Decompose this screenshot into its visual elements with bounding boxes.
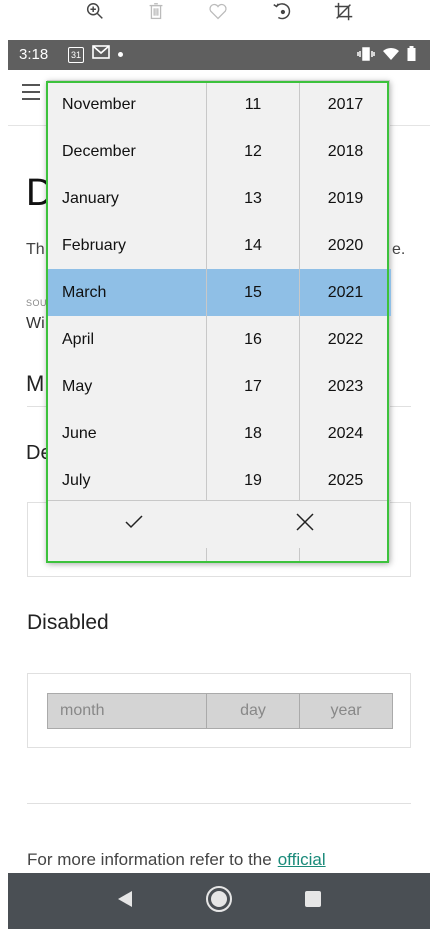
recents-icon bbox=[304, 890, 322, 913]
year-option[interactable]: 2023 bbox=[300, 363, 391, 410]
disabled-demo-container: month day year bbox=[27, 673, 411, 748]
picker-actions bbox=[48, 500, 391, 548]
disabled-month-field: month bbox=[48, 694, 207, 728]
home-icon bbox=[205, 885, 233, 918]
day-option[interactable]: 12 bbox=[207, 128, 299, 175]
month-option[interactable]: May bbox=[48, 363, 206, 410]
month-option[interactable]: December bbox=[48, 128, 206, 175]
month-option-selected[interactable]: March bbox=[48, 269, 206, 316]
month-option[interactable]: January bbox=[48, 175, 206, 222]
recents-button[interactable] bbox=[299, 887, 327, 915]
more-info-label: For more information refer to the bbox=[27, 850, 272, 869]
day-option[interactable]: 14 bbox=[207, 222, 299, 269]
day-option[interactable]: 11 bbox=[207, 81, 299, 128]
calendar-icon: 31 bbox=[68, 46, 84, 63]
year-option[interactable]: 2025 bbox=[300, 457, 391, 504]
disabled-date-picker: month day year bbox=[47, 693, 393, 729]
page-intro-end: e. bbox=[392, 241, 406, 258]
day-option[interactable]: 16 bbox=[207, 316, 299, 363]
status-time: 3:18 bbox=[19, 46, 49, 63]
divider bbox=[27, 803, 411, 804]
dot-icon bbox=[118, 52, 123, 57]
home-button[interactable] bbox=[205, 885, 233, 918]
disabled-year-field: year bbox=[330, 702, 362, 719]
day-column[interactable]: 11 12 13 14 15 16 17 18 19 bbox=[207, 81, 300, 500]
status-bar: 3:18 31 bbox=[8, 40, 430, 70]
month-option[interactable]: February bbox=[48, 222, 206, 269]
year-option[interactable]: 2017 bbox=[300, 81, 391, 128]
day-option[interactable]: 18 bbox=[207, 410, 299, 457]
crop-icon[interactable] bbox=[330, 0, 358, 24]
year-option[interactable]: 2022 bbox=[300, 316, 391, 363]
year-column[interactable]: 2017 2018 2019 2020 2021 2022 2023 2024 2025 bbox=[300, 81, 391, 500]
wifi-icon bbox=[382, 47, 400, 66]
menu-icon[interactable] bbox=[22, 84, 40, 100]
vibrate-icon bbox=[357, 46, 375, 66]
heart-icon[interactable] bbox=[204, 0, 232, 24]
year-option[interactable]: 2020 bbox=[300, 222, 391, 269]
trash-icon[interactable] bbox=[142, 0, 170, 24]
back-icon bbox=[116, 889, 134, 914]
date-picker-popup: November December January February March Apri… bbox=[47, 80, 391, 562]
check-icon bbox=[124, 512, 144, 537]
disabled-day-field: day bbox=[207, 694, 300, 728]
source-label: SOU bbox=[26, 298, 48, 308]
disabled-heading: Disabled bbox=[27, 611, 109, 634]
gmail-icon bbox=[92, 45, 110, 64]
source-value: Wi bbox=[26, 315, 45, 332]
picker-underlay bbox=[48, 548, 391, 562]
back-button[interactable] bbox=[111, 887, 139, 915]
day-option[interactable]: 13 bbox=[207, 175, 299, 222]
year-option[interactable]: 2018 bbox=[300, 128, 391, 175]
year-option[interactable]: 2019 bbox=[300, 175, 391, 222]
navigation-bar bbox=[8, 873, 430, 929]
month-option[interactable]: April bbox=[48, 316, 206, 363]
close-icon bbox=[295, 512, 315, 537]
day-option[interactable]: 19 bbox=[207, 457, 299, 504]
page-intro: Th bbox=[26, 241, 45, 258]
zoom-in-icon[interactable] bbox=[81, 0, 109, 24]
day-option[interactable]: 17 bbox=[207, 363, 299, 410]
year-option-selected[interactable]: 2021 bbox=[300, 269, 391, 316]
cancel-button[interactable] bbox=[220, 501, 392, 548]
battery-icon bbox=[407, 46, 416, 66]
month-column[interactable]: November December January February March Apri… bbox=[48, 81, 207, 500]
rotate-icon[interactable] bbox=[268, 0, 296, 24]
viewer-toolbar bbox=[0, 0, 435, 40]
device-screen: 3:18 31 D Th e. SOU Wi M De Disabled mon… bbox=[8, 40, 430, 929]
more-info-text: For more information refer to the officia… bbox=[27, 850, 326, 870]
month-option[interactable]: November bbox=[48, 81, 206, 128]
official-link[interactable]: official bbox=[278, 850, 326, 869]
confirm-button[interactable] bbox=[48, 501, 220, 548]
month-option[interactable]: June bbox=[48, 410, 206, 457]
day-option-selected[interactable]: 15 bbox=[207, 269, 299, 316]
year-option[interactable]: 2024 bbox=[300, 410, 391, 457]
section-heading: M bbox=[26, 371, 45, 396]
month-option[interactable]: July bbox=[48, 457, 206, 504]
